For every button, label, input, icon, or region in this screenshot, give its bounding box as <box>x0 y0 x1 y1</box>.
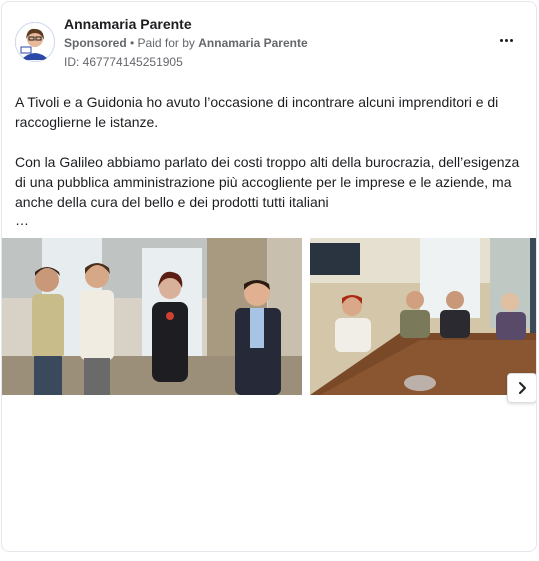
paid-by-name: Annamaria Parente <box>198 36 308 50</box>
see-more-ellipsis[interactable]: … <box>15 212 29 228</box>
ad-card: Annamaria Parente Sponsored • Paid for b… <box>1 1 537 552</box>
more-options-icon <box>499 38 513 42</box>
post-paragraph-1: A Tivoli e a Guidonia ho avuto l’occasio… <box>15 94 499 130</box>
post-paragraph-2: Con la Galileo abbiamo parlato dei costi… <box>15 154 520 210</box>
ad-id: ID: 467774145251905 <box>64 55 183 69</box>
author-name[interactable]: Annamaria Parente <box>64 16 192 32</box>
more-options-button[interactable] <box>494 30 518 50</box>
avatar[interactable] <box>15 22 55 62</box>
post-text: A Tivoli e a Guidonia ho avuto l’occasio… <box>15 92 527 232</box>
photo-group-meeting <box>2 238 302 395</box>
carousel-image-2[interactable] <box>310 238 536 395</box>
paid-for-by-label: • Paid for by <box>126 36 199 50</box>
photo-conference-table <box>310 238 536 395</box>
sponsored-label: Sponsored <box>64 36 127 50</box>
carousel-image-1[interactable] <box>2 238 302 395</box>
image-carousel <box>2 238 536 395</box>
chevron-right-icon <box>519 382 526 394</box>
carousel-next-button[interactable] <box>507 373 536 403</box>
avatar-image <box>15 22 55 62</box>
sponsored-line: Sponsored • Paid for by Annamaria Parent… <box>64 36 308 50</box>
